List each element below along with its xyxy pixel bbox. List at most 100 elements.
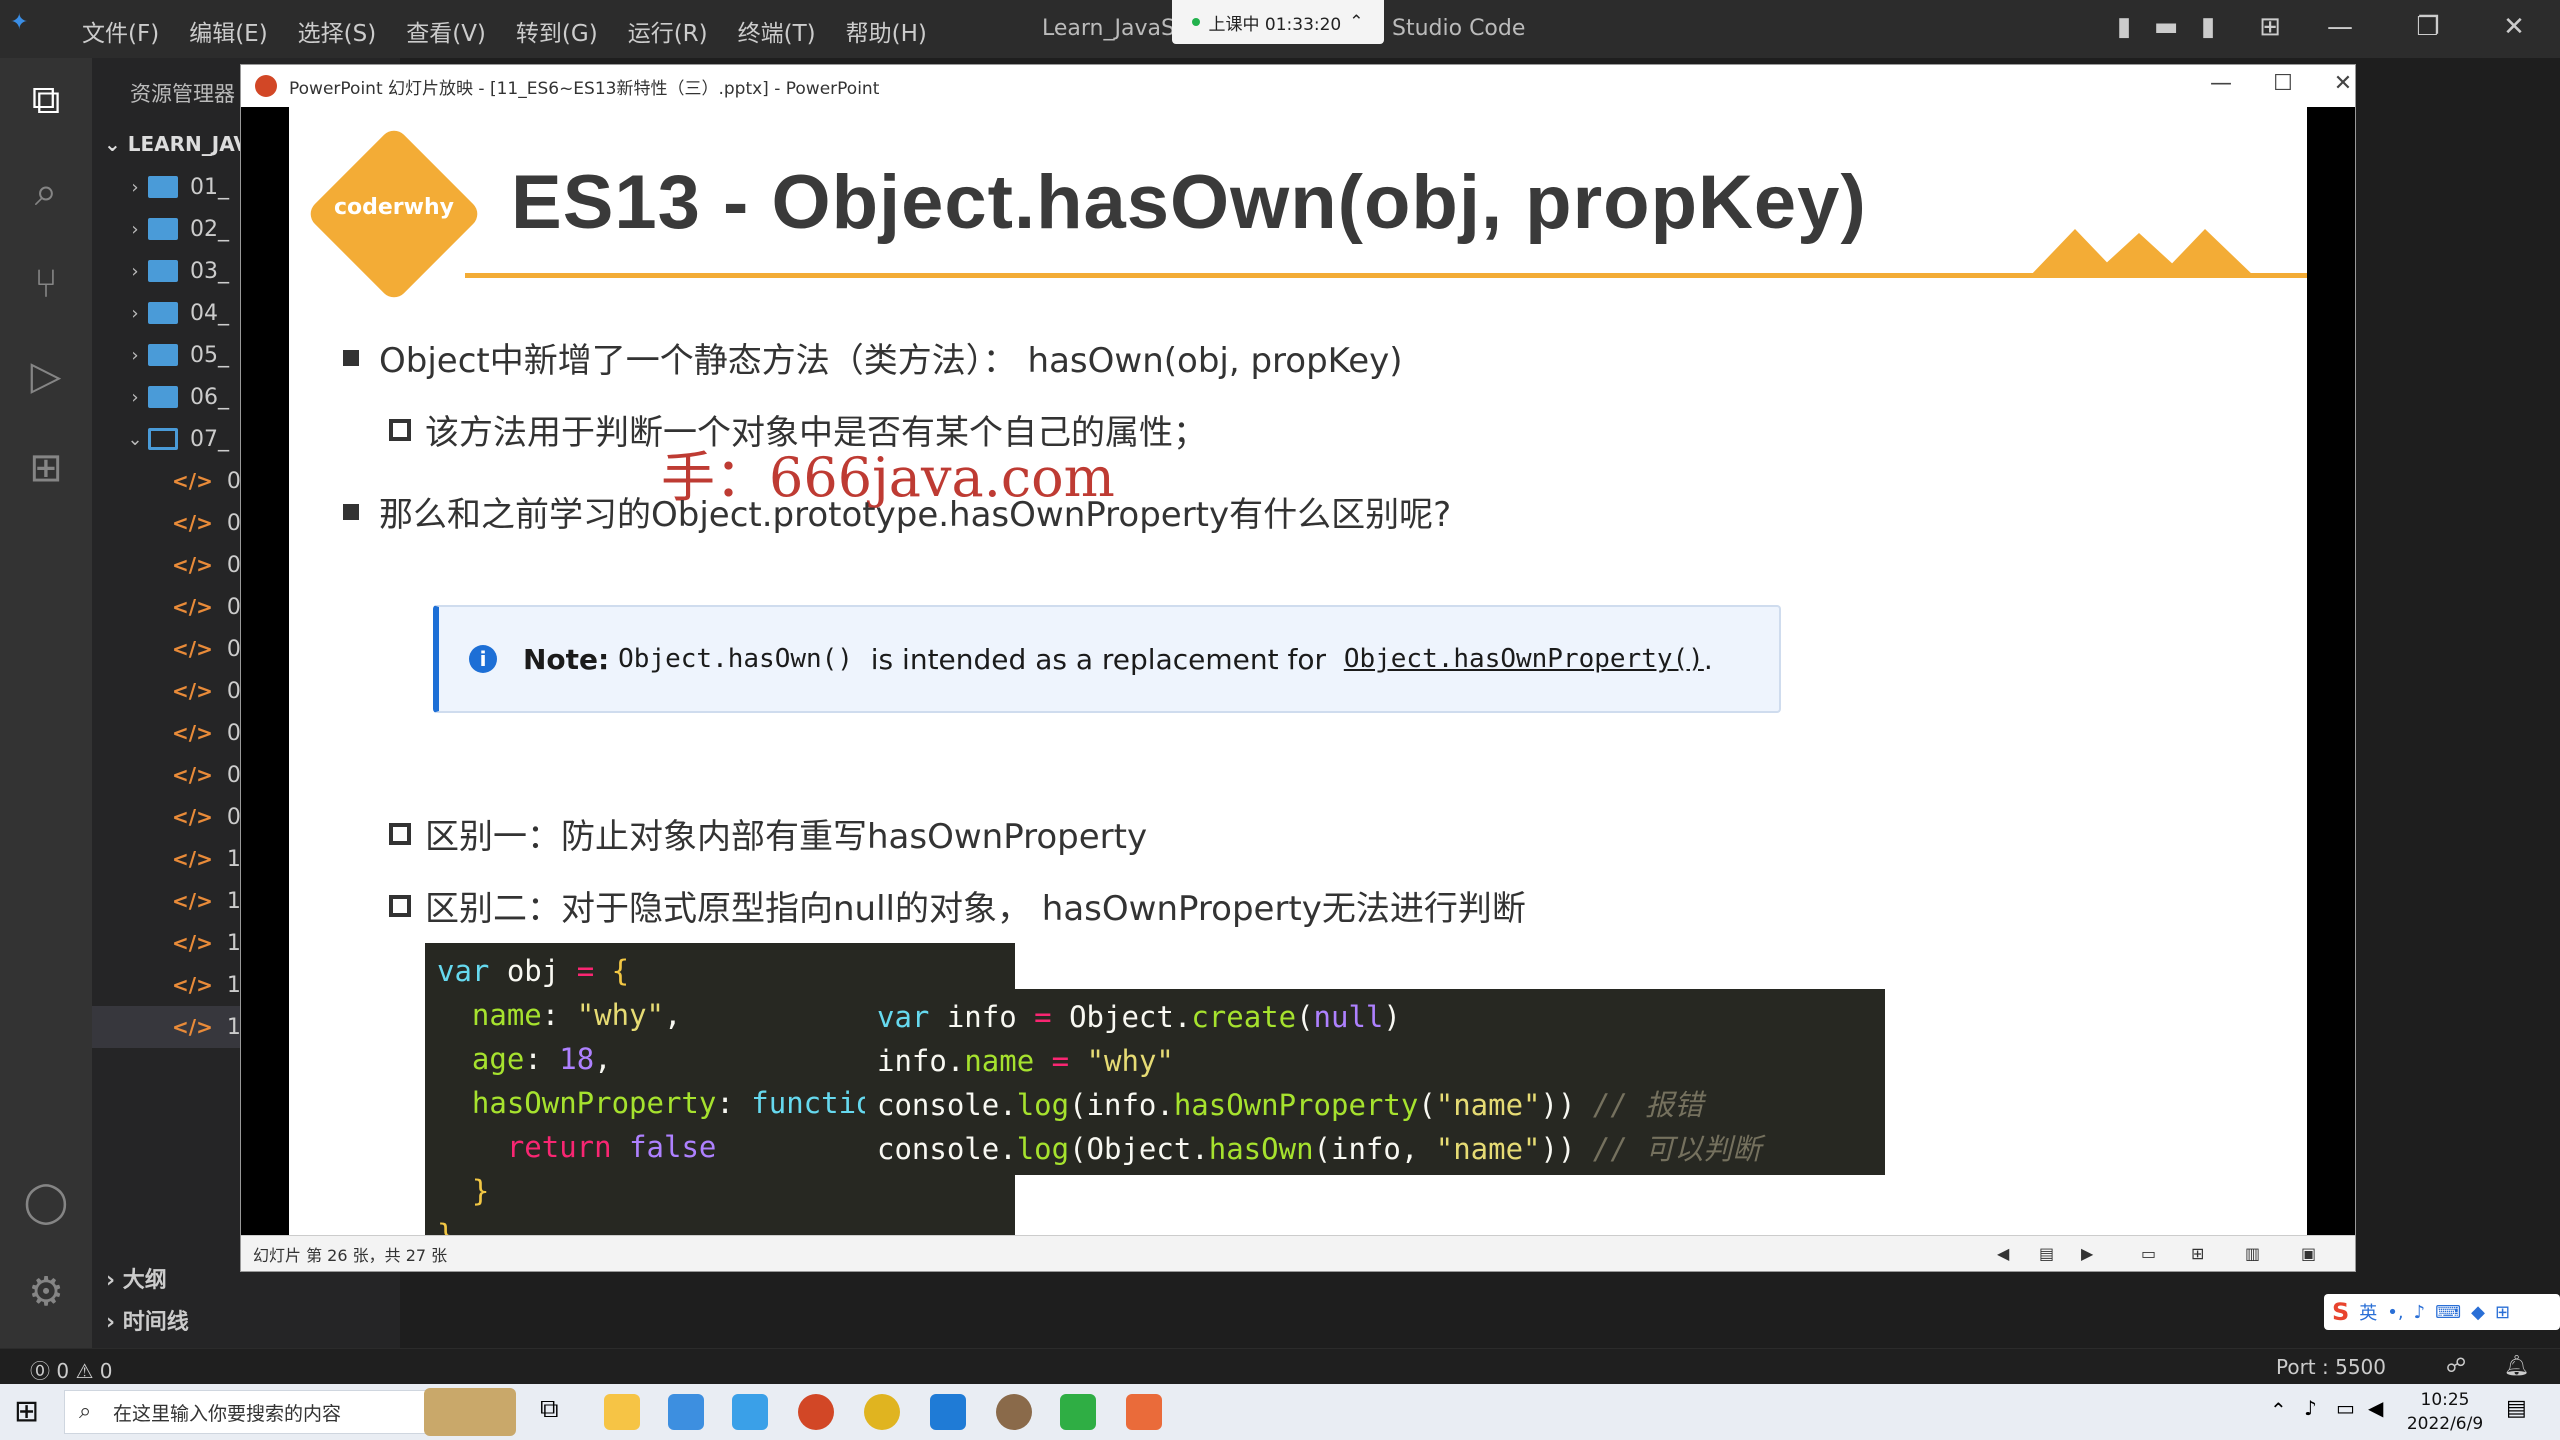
- info-icon: i: [469, 645, 497, 673]
- chevron-right-icon: ›: [131, 218, 139, 240]
- bullet-2: 那么和之前学习的Object.prototype.hasOwnProperty有…: [343, 487, 1451, 536]
- notes-icon[interactable]: ▤: [2039, 1244, 2054, 1263]
- note-code-hasown: Object.hasOwn(): [618, 644, 853, 674]
- note-link-hasownproperty[interactable]: Object.hasOwnProperty(): [1344, 644, 1704, 674]
- outline-section[interactable]: › 大纲: [106, 1262, 167, 1294]
- html-file-icon: </>: [172, 805, 213, 829]
- skin-icon[interactable]: ◆: [2471, 1302, 2485, 1323]
- slide-title: ES13 - Object.hasOwn(obj, propKey): [511, 160, 1867, 245]
- note-box: i Note: Object.hasOwn() is intended as a…: [433, 605, 1781, 713]
- avatar-app-icon[interactable]: [996, 1394, 1032, 1430]
- app-icon-3[interactable]: [1060, 1394, 1096, 1430]
- chevron-up-icon[interactable]: ⌃: [2270, 1398, 2287, 1422]
- extensions-icon[interactable]: ⊞: [20, 442, 72, 494]
- gear-icon[interactable]: ⚙: [20, 1266, 72, 1318]
- timeline-section[interactable]: › 时间线: [106, 1304, 189, 1336]
- folder-icon: [148, 302, 178, 324]
- code-block-null-proto: var info = Object.create(null) info.name…: [865, 989, 1885, 1175]
- menu-help[interactable]: 帮助(H): [846, 14, 927, 48]
- taskbar-search[interactable]: ⌕ 在这里输入你要搜索的内容: [64, 1390, 464, 1434]
- bullet-1: Object中新增了一个静态方法（类方法）： hasOwn(obj, propK…: [343, 333, 1403, 382]
- windows-start-icon[interactable]: ⊞: [14, 1394, 39, 1429]
- account-icon[interactable]: ◯: [20, 1176, 72, 1228]
- explorer-icon[interactable]: ⧉: [20, 74, 72, 126]
- menu-edit[interactable]: 编辑(E): [189, 14, 267, 48]
- recording-dot-icon: [1192, 18, 1201, 26]
- close-icon[interactable]: ✕: [2323, 71, 2363, 96]
- microphone-icon[interactable]: ♪: [2414, 1302, 2426, 1323]
- keyboard-icon[interactable]: ⌨: [2435, 1302, 2461, 1323]
- vscode-taskbar-icon[interactable]: [930, 1394, 966, 1430]
- app-icon-4[interactable]: [1126, 1394, 1162, 1430]
- menu-go[interactable]: 转到(G): [516, 14, 598, 48]
- folder-icon: [148, 218, 178, 240]
- clock-date[interactable]: 2022/6/9: [2390, 1414, 2500, 1434]
- powerpoint-icon: [255, 75, 277, 97]
- chevron-down-icon: ⌄: [127, 428, 143, 450]
- run-debug-icon[interactable]: ▷: [20, 350, 72, 402]
- minimize-icon[interactable]: —: [2201, 71, 2241, 96]
- notifications-icon[interactable]: 🔔︎: [2504, 1353, 2529, 1377]
- ime-toolbar[interactable]: S 英 •, ♪ ⌨ ◆ ⊞: [2324, 1294, 2560, 1330]
- action-center-icon[interactable]: ▤: [2506, 1396, 2527, 1421]
- search-icon: ⌕: [79, 1399, 92, 1424]
- folder-icon: [148, 176, 178, 198]
- normal-view-icon[interactable]: ▭: [2141, 1244, 2156, 1263]
- source-control-icon[interactable]: ⑂: [20, 258, 72, 310]
- powerpoint-taskbar-icon[interactable]: [798, 1394, 834, 1430]
- toggle-panel-icon[interactable]: ▬: [2146, 12, 2186, 42]
- maximize-icon[interactable]: ☐: [2263, 71, 2303, 96]
- slide-counter: 幻灯片 第 26 张，共 27 张: [253, 1245, 448, 1265]
- powerpoint-window: PowerPoint 幻灯片放映 - [11_ES6~ES13新特性（三）.pp…: [240, 64, 2356, 1272]
- clock-time[interactable]: 10:25: [2390, 1390, 2500, 1410]
- microphone-icon[interactable]: ♪: [2304, 1396, 2317, 1420]
- tools-icon[interactable]: ⊞: [2495, 1302, 2510, 1323]
- vscode-statusbar: ⓪ 0 ⚠ 0 Port : 5500 ☍ 🔔︎: [0, 1348, 2560, 1384]
- folder-icon: [148, 386, 178, 408]
- restore-icon[interactable]: ❐: [2408, 12, 2448, 42]
- chevron-right-icon: ›: [131, 260, 139, 282]
- hollow-square-icon: [389, 418, 411, 441]
- punctuation-icon[interactable]: •,: [2387, 1302, 2403, 1323]
- slideshow-icon[interactable]: ▣: [2301, 1244, 2316, 1263]
- menu-run[interactable]: 运行(R): [628, 14, 708, 48]
- reading-view-icon[interactable]: ▥: [2245, 1244, 2260, 1263]
- task-view-icon[interactable]: ⧉: [540, 1394, 559, 1425]
- chevron-right-icon: ›: [131, 176, 139, 198]
- app-icon-2[interactable]: [732, 1394, 768, 1430]
- html-file-icon: </>: [172, 1015, 213, 1039]
- toggle-secondary-sidebar-icon[interactable]: ▮: [2188, 12, 2228, 42]
- network-icon[interactable]: ▭: [2336, 1396, 2355, 1420]
- folder-icon: [148, 260, 178, 282]
- html-file-icon: </>: [172, 511, 213, 535]
- html-file-icon: </>: [172, 637, 213, 661]
- menu-file[interactable]: 文件(F): [82, 14, 159, 48]
- search-icon[interactable]: ⌕: [20, 166, 72, 218]
- html-file-icon: </>: [172, 973, 213, 997]
- toggle-sidebar-icon[interactable]: ▮: [2104, 12, 2144, 42]
- problems-status[interactable]: ⓪ 0 ⚠ 0: [30, 1355, 112, 1384]
- minimize-icon[interactable]: —: [2320, 12, 2360, 42]
- chrome-icon[interactable]: [864, 1394, 900, 1430]
- folder-icon: [148, 344, 178, 366]
- close-icon[interactable]: ✕: [2494, 12, 2534, 42]
- slide-sorter-icon[interactable]: ⊞: [2191, 1244, 2204, 1263]
- chevron-up-icon[interactable]: ⌃: [1349, 12, 1363, 32]
- badge-text: coderwhy: [333, 195, 454, 220]
- file-explorer-icon[interactable]: [604, 1394, 640, 1430]
- root-folder[interactable]: ⌄ LEARN_JAV: [104, 132, 249, 156]
- menu-terminal[interactable]: 终端(T): [738, 14, 816, 48]
- prev-slide-icon[interactable]: ◀: [1997, 1244, 2009, 1263]
- live-server-port[interactable]: Port : 5500: [2276, 1355, 2386, 1379]
- search-highlight-icon: [424, 1388, 516, 1436]
- next-slide-icon[interactable]: ▶: [2081, 1244, 2093, 1263]
- menu-selection[interactable]: 选择(S): [298, 14, 377, 48]
- html-file-icon: </>: [172, 931, 213, 955]
- app-icon-1[interactable]: [668, 1394, 704, 1430]
- layout-icon[interactable]: ⊞: [2250, 12, 2290, 42]
- menu-view[interactable]: 查看(V): [406, 14, 486, 48]
- feedback-icon[interactable]: ☍: [2446, 1353, 2466, 1377]
- ime-mode[interactable]: 英: [2359, 1299, 2377, 1325]
- volume-icon[interactable]: ◀︎: [2368, 1396, 2383, 1420]
- recording-badge[interactable]: 上课中 01:33:20 ⌃: [1172, 0, 1384, 44]
